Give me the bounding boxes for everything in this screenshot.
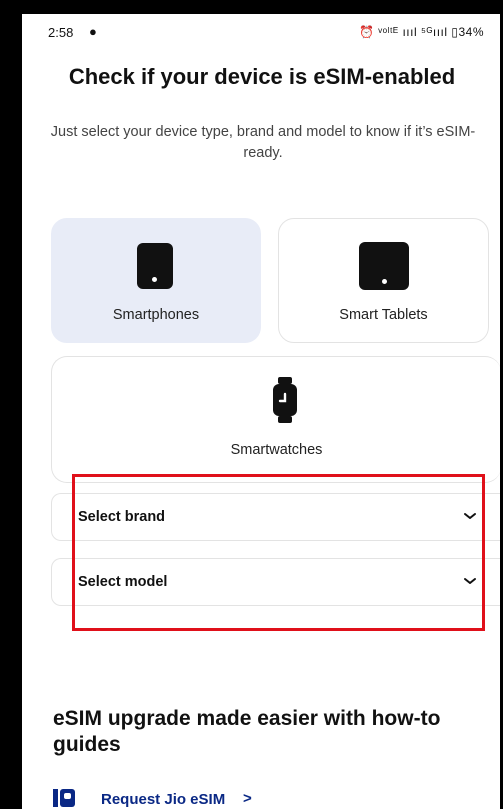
device-card-label: Smartwatches: [230, 442, 323, 458]
tablet-icon: [359, 242, 409, 290]
device-card-tablets[interactable]: Smart Tablets: [278, 218, 489, 343]
chevron-right-icon: >: [243, 790, 252, 807]
model-select[interactable]: Select model: [51, 558, 500, 606]
device-card-smartphones[interactable]: Smartphones: [51, 218, 261, 343]
whatsapp-notification-icon: ●: [89, 24, 97, 39]
device-card-label: Smart Tablets: [339, 307, 428, 323]
guide-link-label: Request Jio eSIM: [101, 791, 226, 808]
brand-select[interactable]: Select brand: [51, 493, 500, 541]
smartphone-icon: [137, 243, 173, 289]
smartwatch-icon: [273, 377, 297, 423]
page-subtitle: Just select your device type, brand and …: [50, 124, 476, 161]
model-select-label: Select model: [78, 574, 168, 590]
page-title: Check if your device is eSIM-enabled: [68, 64, 456, 89]
status-bar: 2:58 ● ⏰ ᵛᵒˡᵗᴱ ıııl ⁵ᴳıııl ▯34%: [22, 14, 500, 50]
device-card-smartwatches[interactable]: Smartwatches: [51, 356, 500, 483]
guides-heading: eSIM upgrade made easier with how-to gui…: [53, 707, 441, 756]
status-indicators: ⏰ ᵛᵒˡᵗᴱ ıııl ⁵ᴳıııl ▯34%: [359, 25, 484, 39]
brand-select-label: Select brand: [78, 509, 166, 525]
chevron-down-icon: [464, 578, 476, 584]
device-card-label: Smartphones: [112, 307, 200, 323]
app-screen: 2:58 ● ⏰ ᵛᵒˡᵗᴱ ıııl ⁵ᴳıııl ▯34% Check if…: [22, 14, 500, 809]
status-time: 2:58: [48, 25, 74, 40]
chevron-down-icon: [464, 513, 476, 519]
jio-logo-icon: [53, 789, 75, 807]
request-jio-esim-link[interactable]: Request Jio eSIM >: [53, 787, 353, 809]
